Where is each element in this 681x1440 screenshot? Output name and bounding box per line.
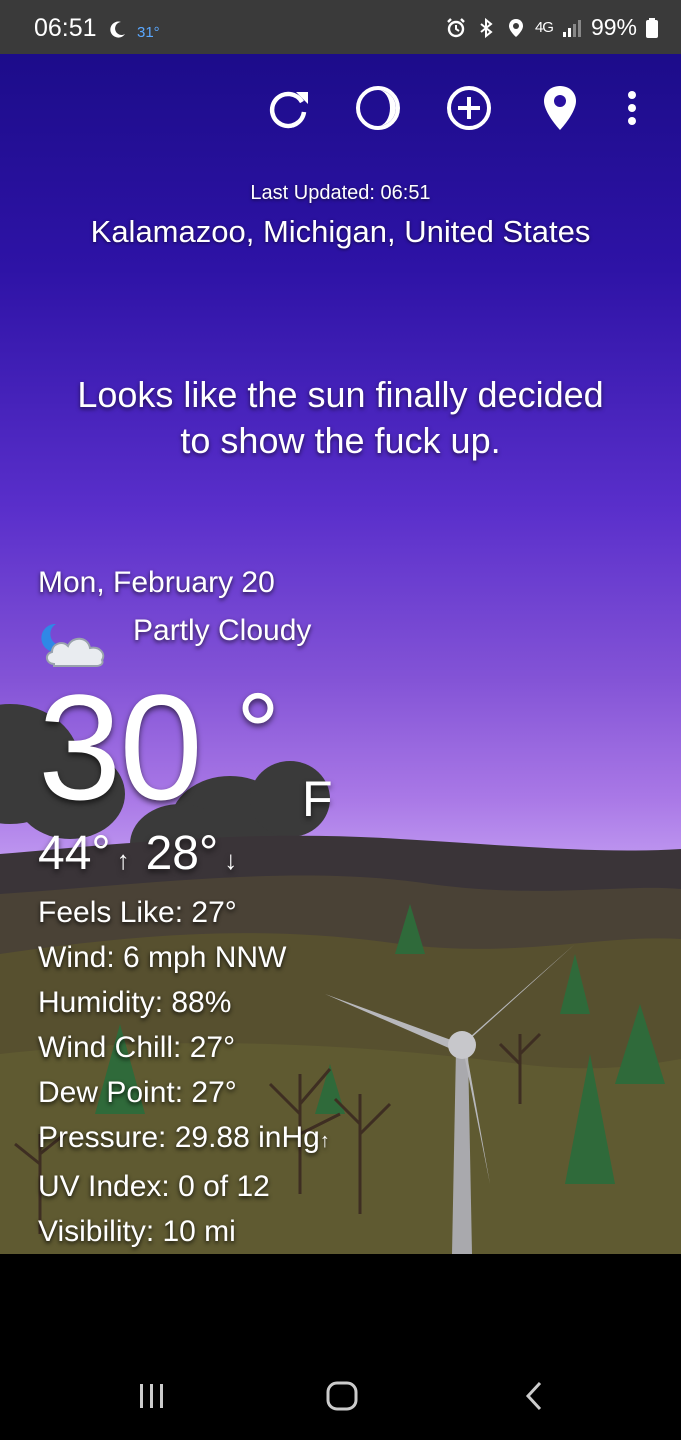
recents-button[interactable] xyxy=(122,1376,182,1416)
quip-line-1: Looks like the sun finally decided xyxy=(77,374,604,415)
signal-icon xyxy=(562,19,581,37)
uv-index: UV Index: 0 of 12 xyxy=(38,1170,270,1203)
weather-background: Last Updated: 06:51 Kalamazoo, Michigan,… xyxy=(0,54,681,1254)
refresh-button[interactable] xyxy=(260,80,316,136)
refresh-icon xyxy=(269,91,308,129)
location-pin-icon xyxy=(544,86,576,130)
moon-icon xyxy=(110,21,125,38)
add-location-icon xyxy=(447,86,491,130)
alarm-icon xyxy=(447,17,465,37)
humidity: Humidity: 88% xyxy=(38,986,232,1019)
more-vert-icon xyxy=(628,91,636,125)
pressure-row: Pressure: 29.88 inHg↑ xyxy=(38,1115,330,1164)
location-title: Kalamazoo, Michigan, United States xyxy=(90,214,591,249)
status-bar: 06:51 31° 4G 99% xyxy=(0,0,681,54)
back-icon xyxy=(525,1381,542,1411)
visibility: Visibility: 10 mi xyxy=(38,1215,236,1248)
home-icon xyxy=(326,1381,358,1411)
pressure-trend-icon: ↑ xyxy=(319,1130,330,1152)
weather-details: Feels Like: 27° Wind: 6 mph NNW Humidity… xyxy=(38,890,330,1254)
home-button[interactable] xyxy=(312,1376,372,1416)
temperature-degree: ° xyxy=(236,671,280,794)
recents-icon xyxy=(140,1384,163,1408)
wind-chill: Wind Chill: 27° xyxy=(38,1031,236,1064)
location-icon xyxy=(508,18,523,37)
wind: Wind: 6 mph NNW xyxy=(38,941,287,974)
pressure: Pressure: 29.88 inHg xyxy=(38,1121,320,1154)
temperature-unit: F xyxy=(302,771,333,827)
weather-quip: Looks like the sun finally decided to sh… xyxy=(40,372,641,464)
add-location-button[interactable] xyxy=(441,80,497,136)
theme-button[interactable] xyxy=(350,80,406,136)
network-type: 4G xyxy=(534,19,554,36)
low-arrow-icon: ↓ xyxy=(224,845,238,875)
more-options-button[interactable] xyxy=(612,80,652,136)
back-button[interactable] xyxy=(504,1376,564,1416)
high-low: 44° ↑ 28° ↓ xyxy=(38,826,237,881)
current-date: Mon, February 20 xyxy=(38,566,275,599)
condition-text: Partly Cloudy xyxy=(133,614,312,647)
high-temperature: 44° xyxy=(38,827,111,880)
status-icons: 4G 99% xyxy=(445,14,659,41)
dew-point: Dew Point: 27° xyxy=(38,1076,237,1109)
status-time: 06:51 xyxy=(34,14,97,42)
low-temperature: 28° xyxy=(145,827,219,880)
theme-icon xyxy=(356,86,400,130)
current-temperature: 30 xyxy=(38,663,203,831)
weather-temp-badge: 31° xyxy=(137,24,160,41)
quip-line-2: to show the fuck up. xyxy=(180,420,501,461)
battery-percent: 99% xyxy=(590,14,637,40)
high-arrow-icon: ↑ xyxy=(116,845,130,875)
feels-like: Feels Like: 27° xyxy=(38,896,237,929)
navigation-bar xyxy=(0,1254,681,1440)
location-pin-button[interactable] xyxy=(532,80,588,136)
battery-icon xyxy=(646,17,658,38)
bluetooth-icon xyxy=(480,17,493,38)
last-updated: Last Updated: 06:51 xyxy=(250,182,431,204)
